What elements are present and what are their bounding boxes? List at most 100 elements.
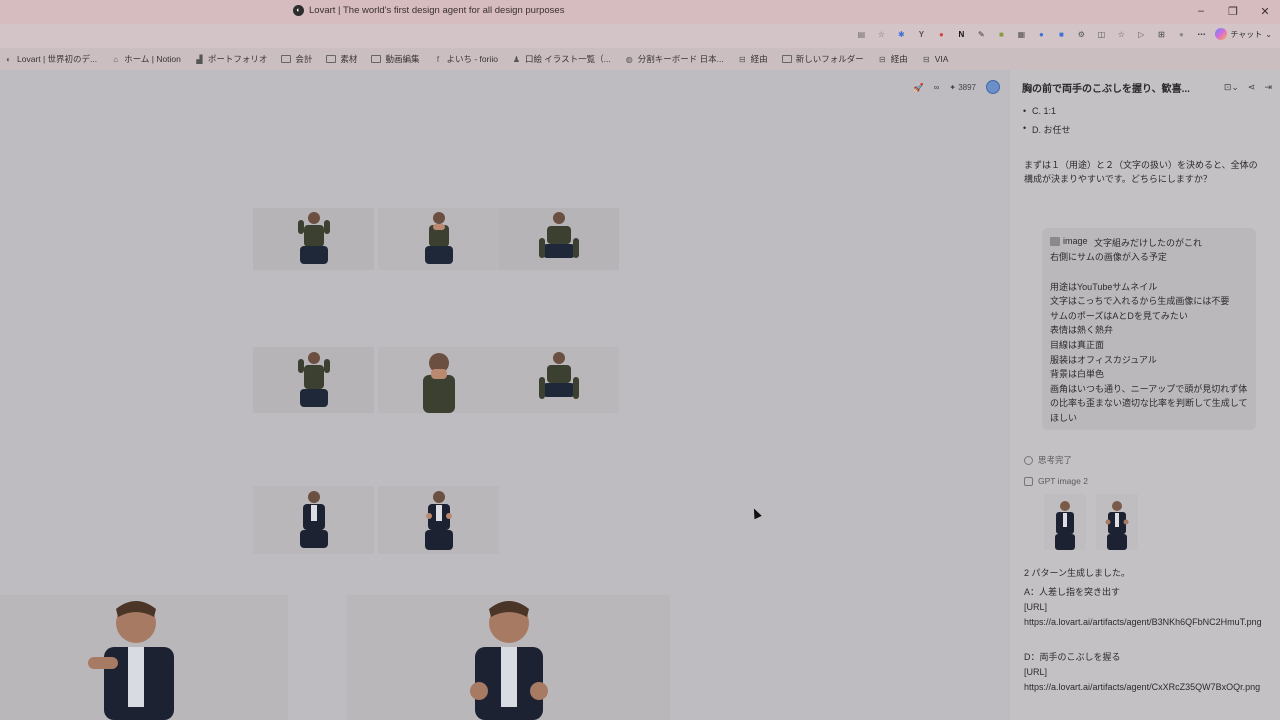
canvas-image[interactable]	[378, 347, 499, 413]
thinking-status[interactable]: 思考完了	[1024, 454, 1072, 466]
blue-square-ext-icon[interactable]: ■	[1055, 28, 1067, 40]
layout-icon[interactable]: ⊡⌄	[1224, 82, 1239, 93]
assistant-question: まずは１（用途）と２（文字の扱い）を決めると、全体の構成が決まりやすいです。どち…	[1024, 160, 1258, 184]
canvas-image[interactable]	[378, 208, 499, 270]
generated-image[interactable]	[1096, 494, 1138, 550]
bookmark-item[interactable]: ⊟ 経由	[738, 53, 768, 65]
canvas-image[interactable]	[253, 208, 374, 270]
thinking-label: 思考完了	[1038, 455, 1073, 465]
bookmark-item[interactable]: 新しいフォルダー	[781, 53, 864, 65]
split-view-icon[interactable]: ◫	[1095, 28, 1107, 40]
image-chip-label: image	[1063, 236, 1088, 246]
canvas-image[interactable]	[499, 347, 619, 413]
canvas-image[interactable]	[0, 595, 288, 720]
bookmark-item[interactable]: ⊟ VIA	[922, 54, 949, 64]
bookmark-item[interactable]: 動画編集	[371, 53, 419, 65]
avatar[interactable]	[986, 80, 1000, 94]
bookmark-item[interactable]: 素材	[326, 53, 357, 65]
canvas-image[interactable]	[499, 208, 619, 270]
result-d-url[interactable]: https://a.lovart.ai/artifacts/agent/CxXR…	[1024, 680, 1264, 695]
message-line: 画角はいつも通り、ニーアップで頭が見切れず体の比率も歪まない適切な比率を判断して…	[1050, 383, 1248, 423]
profile-icon[interactable]: ●	[1175, 28, 1187, 40]
restore-icon[interactable]: ❐	[1226, 3, 1240, 19]
link-icon: ⊟	[922, 54, 930, 64]
green-ext-icon[interactable]: ■	[995, 28, 1007, 40]
bookmark-label: Lovart | 世界初のデ...	[17, 54, 98, 64]
y-ext-icon[interactable]: Y	[915, 28, 927, 40]
result-a-url-label: [URL]	[1024, 602, 1048, 612]
bookmark-item[interactable]: 会計	[281, 53, 312, 65]
more-icon[interactable]: ⋯	[1195, 28, 1207, 40]
pen-ext-icon[interactable]: ✎	[975, 28, 987, 40]
folder-icon	[281, 55, 292, 63]
canvas-image[interactable]	[253, 347, 374, 413]
bookmark-label: VIA	[934, 54, 949, 64]
collections-icon[interactable]: ⊞	[1155, 28, 1167, 40]
result-d-title: D：両手のこぶしを握る	[1024, 652, 1121, 662]
link-icon: ⊟	[738, 54, 746, 64]
message-line: 文字組みだけしたのがこれ	[1094, 237, 1203, 248]
chevron-down-icon: ⌄	[1265, 29, 1272, 39]
link-icon: ⊟	[878, 54, 886, 64]
message-line: 文字はこっちで入れるから生成画像には不要	[1050, 296, 1230, 307]
notion-ext-icon[interactable]: N	[955, 28, 967, 40]
close-icon[interactable]: ✕	[1258, 3, 1272, 19]
bookmark-item[interactable]: ◐ Lovart | 世界初のデ...	[4, 53, 97, 65]
folder-icon	[781, 55, 792, 63]
bookmark-item[interactable]: f よいち - foriio	[433, 53, 498, 65]
window-title-group: ◐ Lovart | The world's first design agen…	[293, 5, 564, 16]
person-suit-icon	[299, 491, 328, 548]
puzzle-icon[interactable]: ⚙	[1075, 28, 1087, 40]
extensions-row: ▤ ☆ ✱ Y ● N ✎ ■ ▦ ● ■ ⚙ ◫ ☆ ▷ ⊞ ● ⋯ チャット ⌄	[855, 28, 1272, 40]
panel-title: 胸の前で両手のこぶしを握り、歓喜...	[1022, 84, 1190, 95]
image-gen-icon	[1024, 476, 1033, 486]
bookmark-item[interactable]: ⊟ 経由	[878, 53, 908, 65]
canvas-image[interactable]	[378, 486, 499, 554]
lovart-favicon: ◐	[6, 54, 11, 64]
chat-button[interactable]: チャット ⌄	[1215, 28, 1272, 40]
infinity-icon[interactable]: ∞	[934, 83, 940, 92]
grid-ext-icon[interactable]: ▦	[1015, 28, 1027, 40]
pin-ext-icon[interactable]: ✱	[895, 28, 907, 40]
panel-header: 胸の前で両手のこぶしを握り、歓喜... ⊡⌄ ⋖ ⇥	[1022, 80, 1272, 95]
design-canvas[interactable]: 🚀 ∞ ✦ 3897	[0, 70, 1010, 720]
bookmark-label: よいち - foriio	[446, 54, 498, 64]
favorites-icon[interactable]: ☆	[1115, 28, 1127, 40]
message-line	[1050, 265, 1248, 280]
send-icon[interactable]: ▷	[1135, 28, 1147, 40]
model-status[interactable]: GPT image 2	[1024, 476, 1088, 486]
bookmark-label: 動画編集	[385, 54, 420, 64]
home-icon: ⌂	[113, 54, 119, 64]
bookmark-label: 分割キーボード 日本...	[637, 54, 724, 64]
copilot-icon	[1215, 28, 1228, 40]
reader-icon[interactable]: ▤	[855, 28, 867, 40]
bookmark-item[interactable]: ⌂ ホーム | Notion	[111, 53, 181, 65]
star-icon[interactable]: ☆	[875, 28, 887, 40]
facebook-icon: f	[436, 54, 440, 64]
canvas-image[interactable]	[253, 486, 374, 554]
window-controls: – ❐ ✕	[1194, 3, 1272, 19]
person-suit-icon	[1105, 501, 1129, 550]
bookmark-label: ポートフォリオ	[207, 54, 268, 64]
canvas-image[interactable]	[347, 595, 670, 720]
image-icon	[1050, 236, 1060, 246]
blue-circle-ext-icon[interactable]: ●	[1035, 28, 1047, 40]
person-crouching-icon	[539, 212, 579, 258]
folder-icon	[371, 55, 382, 63]
bookmark-item[interactable]: ♟ 口絵 イラスト一覧（...	[512, 53, 611, 65]
message-line: 背景は白単色	[1050, 369, 1105, 380]
bookmark-item[interactable]: ▟ ポートフォリオ	[195, 53, 268, 65]
generated-image[interactable]	[1044, 494, 1086, 550]
rocket-icon[interactable]: 🚀	[914, 83, 924, 92]
credits-group[interactable]: ✦ 3897	[949, 83, 976, 92]
red-ext-icon[interactable]: ●	[935, 28, 947, 40]
minimize-icon[interactable]: –	[1194, 3, 1208, 19]
bookmark-item[interactable]: ◍ 分割キーボード 日本...	[625, 53, 724, 65]
image-chip[interactable]: image	[1050, 234, 1088, 249]
result-a-url[interactable]: https://a.lovart.ai/artifacts/agent/B3NK…	[1024, 615, 1264, 630]
person-crouching-icon	[539, 352, 579, 399]
share-icon[interactable]: ⋖	[1248, 82, 1256, 93]
person-kneeling-icon	[297, 212, 330, 264]
collapse-panel-icon[interactable]: ⇥	[1264, 82, 1272, 93]
model-label: GPT image 2	[1038, 476, 1088, 486]
